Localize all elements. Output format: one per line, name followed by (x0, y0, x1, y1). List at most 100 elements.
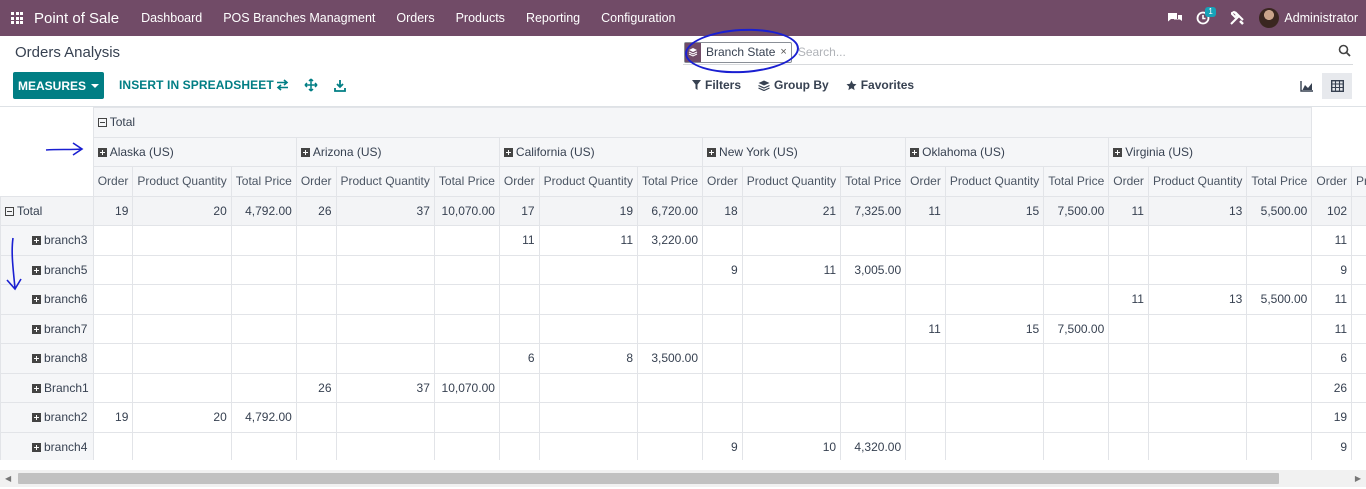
pivot-cell[interactable]: 6 (1311, 343, 1353, 374)
pivot-cell[interactable]: 19 (92, 402, 134, 433)
pivot-cell[interactable] (1351, 343, 1366, 374)
measure-header[interactable]: Order (498, 166, 540, 197)
pivot-cell[interactable] (1246, 225, 1313, 256)
scroll-left-icon[interactable]: ◀ (5, 474, 11, 483)
pivot-cell[interactable]: 20 (132, 402, 232, 433)
pivot-cell[interactable]: 26 (1311, 372, 1353, 403)
pivot-cell[interactable]: 7,500.00 (1043, 195, 1110, 226)
pivot-cell[interactable] (230, 343, 297, 374)
pivot-cell[interactable] (230, 313, 297, 344)
pivot-cell[interactable] (702, 313, 743, 344)
pivot-cell[interactable] (1108, 431, 1149, 460)
scrollbar-thumb[interactable] (18, 473, 1279, 484)
pivot-cell[interactable] (433, 254, 500, 285)
activity-clock-icon[interactable]: 1 (1189, 0, 1217, 36)
menu-dashboard[interactable]: Dashboard (141, 11, 202, 25)
pivot-cell[interactable] (295, 225, 337, 256)
pivot-cell[interactable] (295, 431, 337, 460)
col-header-state[interactable]: New York (US) (702, 136, 907, 167)
pivot-cell[interactable] (498, 431, 540, 460)
pivot-cell[interactable] (1351, 225, 1366, 256)
pivot-cell[interactable]: 6,720.00 (636, 195, 704, 226)
pivot-cell[interactable] (230, 284, 297, 315)
flip-axis-icon[interactable] (274, 77, 290, 93)
pivot-cell[interactable]: 15 (944, 195, 1045, 226)
pivot-cell[interactable]: 20 (132, 195, 232, 226)
pivot-cell[interactable] (840, 402, 907, 433)
pivot-cell[interactable] (1043, 372, 1110, 403)
app-name[interactable]: Point of Sale (34, 10, 119, 27)
pivot-cell[interactable] (132, 225, 232, 256)
pivot-cell[interactable] (1246, 372, 1313, 403)
pivot-cell[interactable]: 10,070.00 (433, 372, 500, 403)
pivot-cell[interactable] (92, 343, 134, 374)
measure-header[interactable]: Order (295, 166, 337, 197)
pivot-cell[interactable]: 11 (1311, 313, 1353, 344)
tools-icon[interactable] (1223, 0, 1251, 36)
pivot-cell[interactable] (92, 225, 134, 256)
measure-header[interactable]: Order (702, 166, 743, 197)
pivot-cell[interactable] (944, 284, 1045, 315)
pivot-cell[interactable] (132, 343, 232, 374)
pivot-cell[interactable] (1043, 284, 1110, 315)
pivot-cell[interactable]: 10,070.00 (433, 195, 500, 226)
pivot-cell[interactable] (1351, 372, 1366, 403)
pivot-cell[interactable] (1043, 343, 1110, 374)
pivot-cell[interactable]: 13 (1147, 284, 1248, 315)
col-header-state[interactable]: California (US) (498, 136, 704, 167)
menu-configuration[interactable]: Configuration (601, 11, 675, 25)
row-header[interactable]: branch8 (0, 343, 94, 374)
pivot-cell[interactable] (1246, 313, 1313, 344)
pivot-cell[interactable] (1351, 284, 1366, 315)
favorites-button[interactable]: Favorites (846, 78, 914, 92)
pivot-cell[interactable]: 11 (1311, 284, 1353, 315)
pivot-cell[interactable] (92, 284, 134, 315)
pivot-cell[interactable] (1351, 313, 1366, 344)
pivot-cell[interactable]: 26 (295, 195, 337, 226)
pivot-cell[interactable] (295, 402, 337, 433)
pivot-cell[interactable]: 19 (92, 195, 134, 226)
expand-all-icon[interactable] (303, 77, 319, 93)
col-header-state[interactable]: Oklahoma (US) (905, 136, 1110, 167)
row-header[interactable]: branch3 (0, 225, 94, 256)
measure-header[interactable]: Product Quantity (335, 166, 435, 197)
pivot-cell[interactable] (702, 402, 743, 433)
pivot-cell[interactable]: 1 (1351, 195, 1366, 226)
pivot-cell[interactable] (944, 225, 1045, 256)
pivot-cell[interactable]: 102 (1311, 195, 1353, 226)
pivot-cell[interactable]: 9 (702, 431, 743, 460)
pivot-cell[interactable] (1043, 254, 1110, 285)
pivot-cell[interactable] (636, 402, 704, 433)
pivot-cell[interactable] (840, 343, 907, 374)
pivot-cell[interactable] (498, 402, 540, 433)
pivot-cell[interactable] (132, 372, 232, 403)
pivot-cell[interactable]: 4,792.00 (230, 402, 297, 433)
pivot-cell[interactable]: 18 (702, 195, 743, 226)
row-header[interactable]: branch5 (0, 254, 94, 285)
pivot-cell[interactable] (944, 402, 1045, 433)
row-header[interactable]: branch6 (0, 284, 94, 315)
pivot-cell[interactable] (335, 431, 435, 460)
measure-header[interactable]: Total Price (1246, 166, 1313, 197)
measure-header[interactable]: Total Price (1043, 166, 1110, 197)
pivot-cell[interactable] (295, 343, 337, 374)
pivot-cell[interactable] (433, 284, 500, 315)
measure-header[interactable]: Product Quantity (1147, 166, 1248, 197)
pivot-cell[interactable] (132, 431, 232, 460)
user-name[interactable]: Administrator (1284, 11, 1358, 25)
pivot-cell[interactable]: 11 (1108, 284, 1149, 315)
pivot-cell[interactable]: 11 (741, 254, 842, 285)
pivot-cell[interactable] (1108, 402, 1149, 433)
pivot-cell[interactable]: 8 (538, 343, 639, 374)
pivot-cell[interactable]: 19 (538, 195, 639, 226)
search-input[interactable] (797, 45, 1318, 59)
pivot-cell[interactable] (905, 254, 946, 285)
pivot-cell[interactable] (905, 372, 946, 403)
pivot-view-button[interactable] (1322, 73, 1352, 99)
pivot-cell[interactable] (92, 431, 134, 460)
measure-header[interactable]: Order (905, 166, 946, 197)
pivot-cell[interactable]: 17 (498, 195, 540, 226)
pivot-cell[interactable]: 37 (335, 372, 435, 403)
pivot-cell[interactable] (905, 225, 946, 256)
pivot-cell[interactable]: 4,792.00 (230, 195, 297, 226)
